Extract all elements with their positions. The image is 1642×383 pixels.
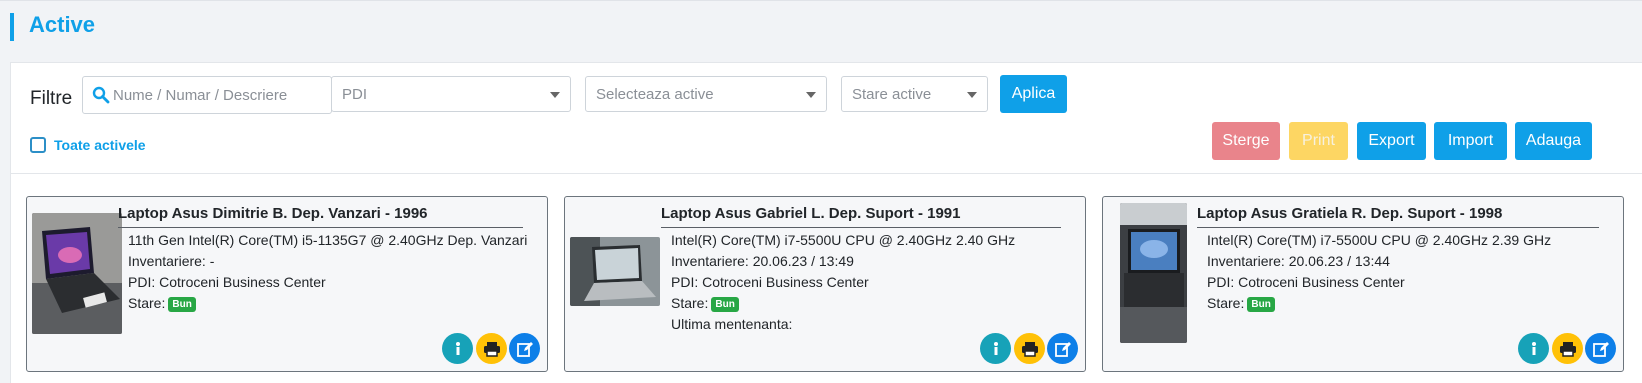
title-rule [1197,227,1599,228]
all-assets-checkbox[interactable] [30,137,46,153]
asset-card: Laptop Asus Gratiela R. Dep. Suport - 19… [1102,196,1624,372]
assets-select-value: Selecteaza active [596,86,714,103]
info-button[interactable] [442,333,473,364]
status-label: Stare: [1207,295,1245,311]
asset-description: Intel(R) Core(TM) i7-5500U CPU @ 2.40GHz… [671,232,1016,248]
search-icon [92,86,110,104]
status-badge: Bun [711,297,739,312]
print-icon [483,341,500,357]
add-button[interactable]: Adauga [1515,122,1592,160]
asset-status: Stare: Bun [671,295,739,312]
chevron-down-icon [967,92,977,98]
status-select-value: Stare active [852,86,932,103]
filters-label: Filtre [30,88,73,109]
asset-title[interactable]: Laptop Asus Dimitrie B. Dep. Vanzari - 1… [118,205,428,222]
asset-inventory: Inventariere: 20.06.23 / 13:49 [671,253,854,269]
status-badge: Bun [168,297,196,312]
asset-pdi: PDI: Cotroceni Business Center [1207,274,1405,290]
page-header: Active [0,0,1642,52]
info-icon [455,341,460,355]
chevron-down-icon [806,92,816,98]
delete-button[interactable]: Sterge [1212,122,1280,160]
divider [10,173,1642,174]
pdi-select[interactable]: PDI [331,76,571,112]
print-asset-button[interactable] [1014,333,1045,364]
chevron-down-icon [550,92,560,98]
title-rule [661,227,1061,228]
print-button[interactable]: Print [1289,122,1348,160]
asset-status: Stare: Bun [1207,295,1275,312]
info-button[interactable] [980,333,1011,364]
status-badge: Bun [1247,297,1275,312]
status-label: Stare: [671,295,709,311]
edit-icon [1592,341,1609,357]
info-icon [993,341,998,355]
edit-button[interactable] [1585,333,1616,364]
print-icon [1559,341,1576,357]
search-field[interactable] [82,76,332,114]
asset-inventory: Inventariere: - [128,253,215,269]
asset-title[interactable]: Laptop Asus Gratiela R. Dep. Suport - 19… [1197,205,1502,222]
export-button[interactable]: Export [1357,122,1426,160]
asset-pdi: PDI: Cotroceni Business Center [128,274,326,290]
laptop-photo[interactable] [1120,203,1187,343]
asset-maintenance: Ultima mentenanta: [671,316,793,332]
info-button[interactable] [1518,333,1549,364]
edit-icon [1054,341,1071,357]
apply-button[interactable]: Aplica [1000,75,1067,113]
asset-card: Laptop Asus Dimitrie B. Dep. Vanzari - 1… [26,196,548,372]
all-assets-label[interactable]: Toate activele [54,137,146,153]
info-icon [1531,341,1536,355]
edit-button[interactable] [509,333,540,364]
asset-inventory: Inventariere: 20.06.23 / 13:44 [1207,253,1390,269]
edit-icon [516,341,533,357]
title-rule [118,227,523,228]
asset-title[interactable]: Laptop Asus Gabriel L. Dep. Suport - 199… [661,205,961,222]
search-input[interactable] [113,77,328,113]
assets-select[interactable]: Selecteaza active [585,76,827,112]
asset-pdi: PDI: Cotroceni Business Center [671,274,869,290]
edit-button[interactable] [1047,333,1078,364]
status-label: Stare: [128,295,166,311]
print-asset-button[interactable] [1552,333,1583,364]
laptop-photo[interactable] [32,213,122,334]
laptop-photo[interactable] [570,237,660,306]
page-title: Active [29,12,96,37]
print-icon [1021,341,1038,357]
asset-description: Intel(R) Core(TM) i7-5500U CPU @ 2.40GHz… [1207,232,1552,248]
print-asset-button[interactable] [476,333,507,364]
title-accent-bar [10,13,14,41]
asset-description: 11th Gen Intel(R) Core(TM) i5-1135G7 @ 2… [128,232,528,248]
import-button[interactable]: Import [1434,122,1507,160]
asset-card: Laptop Asus Gabriel L. Dep. Suport - 199… [564,196,1086,372]
pdi-select-value: PDI [342,86,368,103]
status-select[interactable]: Stare active [841,76,988,112]
asset-status: Stare: Bun [128,295,196,312]
